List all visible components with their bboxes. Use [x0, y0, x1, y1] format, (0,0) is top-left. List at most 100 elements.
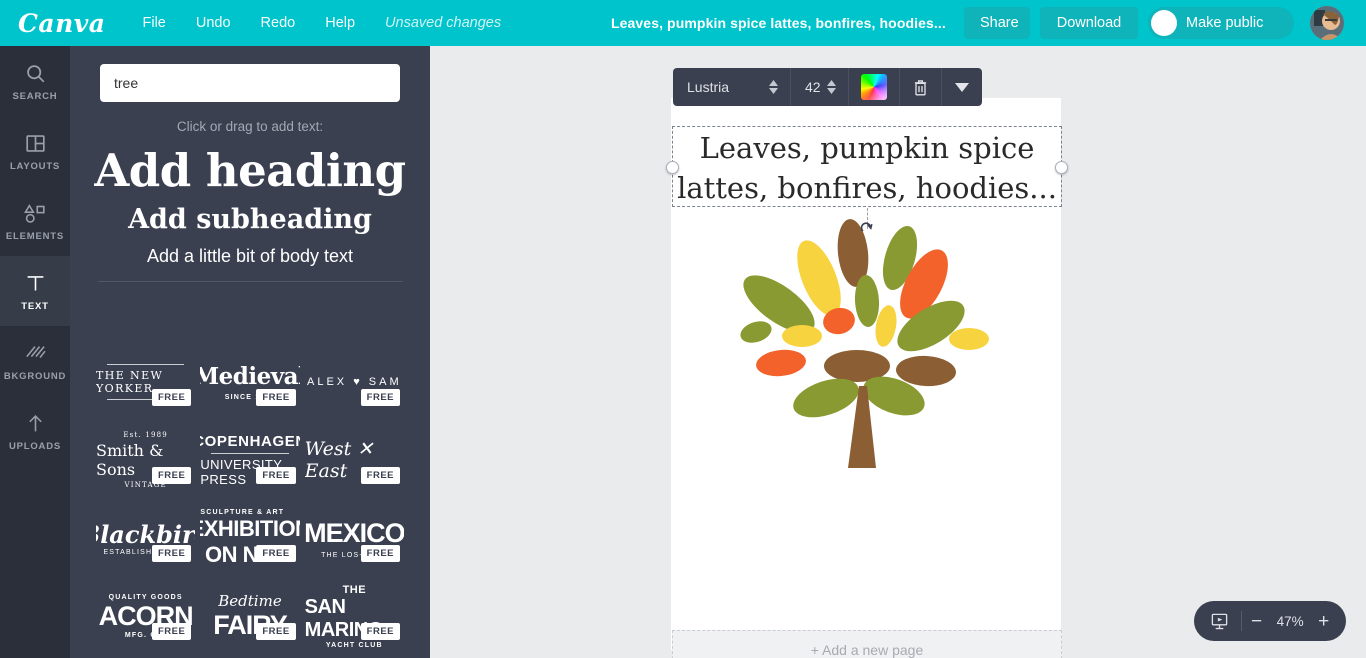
more-options-button[interactable] — [942, 82, 982, 92]
text-panel: Click or drag to add text: Add heading A… — [70, 46, 430, 658]
canva-logo[interactable]: Canva — [18, 11, 106, 36]
font-family-stepper[interactable] — [769, 80, 790, 94]
resize-handle-right[interactable] — [1055, 161, 1068, 174]
background-icon — [24, 340, 46, 366]
present-button[interactable] — [1194, 612, 1241, 631]
sidebar-label-uploads: UPLOADS — [8, 441, 62, 452]
template-line: EXHIBITION — [200, 515, 299, 541]
rotate-handle[interactable] — [672, 222, 1062, 241]
free-badge: FREE — [360, 389, 400, 406]
zoom-in-button[interactable]: + — [1309, 612, 1338, 631]
template-line: YACHT CLUB — [325, 641, 383, 649]
free-badge: FREE — [256, 545, 296, 562]
free-badge: FREE — [256, 623, 296, 640]
text-template-card[interactable]: Blackbird ESTABLISHED 1851 FREE — [96, 502, 195, 574]
text-line-2: lattes, bonfires, hoodies... — [677, 171, 1057, 205]
trash-icon — [914, 79, 926, 95]
menu-redo[interactable]: Redo — [246, 0, 311, 46]
sidebar-label-text: TEXT — [21, 301, 49, 312]
chevron-up-icon — [769, 80, 778, 86]
present-icon — [1211, 613, 1228, 629]
text-template-card[interactable]: Est. 1989 Smith & Sons VINTAGE FREE — [96, 424, 195, 496]
selected-text-box[interactable]: Leaves, pumpkin spice lattes, bonfires, … — [666, 126, 1068, 229]
font-size-field[interactable]: 42 — [791, 79, 827, 95]
free-badge: FREE — [360, 623, 400, 640]
canva-editor-window: Canva File Undo Redo Help Unsaved change… — [0, 0, 1366, 658]
sidebar-item-uploads[interactable]: UPLOADS — [0, 396, 70, 466]
document-title[interactable]: Leaves, pumpkin spice lattes, bonfires, … — [611, 0, 946, 46]
add-new-page-button[interactable]: + Add a new page — [672, 630, 1062, 658]
text-template-card[interactable]: Bedtime FAIRY FREE — [200, 580, 299, 652]
template-line: Medieval — [200, 363, 299, 390]
template-line: QUALITY GOODS — [108, 593, 183, 601]
resize-handle-left[interactable] — [666, 161, 679, 174]
delete-element-button[interactable] — [900, 79, 941, 96]
make-public-label: Make public — [1186, 15, 1264, 31]
left-rail: SEARCH LAYOUTS ELEMENTS TEXT BKGROUND UP… — [0, 46, 70, 658]
sidebar-item-background[interactable]: BKGROUND — [0, 326, 70, 396]
panel-hint: Click or drag to add text: — [176, 119, 324, 134]
font-size-stepper[interactable] — [826, 80, 848, 94]
add-subheading-button[interactable]: Add subheading — [70, 204, 430, 235]
text-template-card[interactable]: COPENHAGEN UNIVERSITY PRESS FREE — [200, 424, 299, 496]
text-line-1: Leaves, pumpkin spice — [699, 131, 1035, 165]
chevron-down-icon — [826, 88, 836, 94]
download-button[interactable]: Download — [1040, 7, 1138, 39]
free-badge: FREE — [151, 623, 192, 640]
sidebar-label-layouts: LAYOUTS — [9, 161, 61, 172]
elements-icon — [23, 200, 47, 226]
free-badge: FREE — [151, 389, 192, 406]
search-wrapper — [70, 46, 430, 102]
sidebar-item-layouts[interactable]: LAYOUTS — [0, 116, 70, 186]
text-template-card[interactable]: West ✕ East FREE — [305, 424, 404, 496]
search-icon — [25, 60, 46, 86]
upload-icon — [25, 410, 46, 436]
template-line: ALEX ♥ SAM — [307, 376, 402, 388]
add-body-text-button[interactable]: Add a little bit of body text — [70, 246, 430, 267]
menu-file[interactable]: File — [128, 0, 181, 46]
top-bar: Canva File Undo Redo Help Unsaved change… — [0, 0, 1366, 46]
sidebar-label-elements: ELEMENTS — [5, 231, 65, 242]
text-template-card[interactable]: THE NEW YORKER FREE — [96, 346, 195, 418]
template-line: COPENHAGEN — [200, 433, 299, 450]
template-line: Est. 1989 — [123, 431, 168, 439]
share-button[interactable]: Share — [964, 7, 1030, 39]
text-template-card[interactable]: ALEX ♥ SAM FREE — [305, 346, 404, 418]
template-line: Bedtime — [218, 591, 282, 610]
menu-undo[interactable]: Undo — [181, 0, 246, 46]
canvas-stage[interactable]: Leaves, pumpkin spice lattes, bonfires, … — [430, 46, 1366, 658]
sidebar-item-search[interactable]: SEARCH — [0, 46, 70, 116]
sidebar-label-search: SEARCH — [12, 91, 58, 102]
search-input[interactable] — [100, 64, 400, 102]
autumn-tree-illustration[interactable] — [726, 216, 1006, 476]
text-template-card[interactable]: MEXICO THE LOS-DOES FREE — [305, 502, 404, 574]
user-avatar[interactable] — [1310, 6, 1344, 40]
font-family-selector[interactable]: Lustria — [673, 79, 769, 95]
sidebar-item-text[interactable]: TEXT — [0, 256, 70, 326]
text-template-card[interactable]: SCULPTURE & ART EXHIBITION ON NOW FREE — [200, 502, 299, 574]
panel-divider — [97, 281, 403, 282]
template-rule — [211, 453, 289, 454]
template-rule — [106, 364, 185, 365]
toolbar-divider — [847, 68, 849, 106]
zoom-out-button[interactable]: − — [1242, 612, 1271, 631]
zoom-value: 47% — [1276, 613, 1304, 629]
template-line: MEXICO — [304, 517, 404, 548]
add-heading-button[interactable]: Add heading — [70, 144, 430, 197]
make-public-toggle[interactable]: Make public — [1148, 7, 1294, 39]
text-color-swatch[interactable] — [860, 74, 887, 100]
menu-help[interactable]: Help — [310, 0, 370, 46]
text-template-card[interactable]: QUALITY GOODS ACORN MFG. CO. FREE — [96, 580, 195, 652]
toggle-knob — [1151, 10, 1177, 36]
sidebar-item-elements[interactable]: ELEMENTS — [0, 186, 70, 256]
save-status: Unsaved changes — [385, 15, 502, 31]
text-template-card[interactable]: Medieval SINCE 1611 FREE — [200, 346, 300, 418]
template-line: THE — [342, 583, 367, 596]
chevron-down-icon — [954, 82, 969, 92]
free-badge: FREE — [360, 545, 400, 562]
free-badge: FREE — [256, 467, 296, 484]
text-template-card[interactable]: THE SAN MARINO YACHT CLUB FREE — [305, 580, 404, 652]
text-template-grid: THE NEW YORKER FREE Medieval SINCE 1611 … — [70, 346, 430, 658]
rotate-handle-icon — [860, 222, 873, 232]
template-line: SCULPTURE & ART — [200, 508, 285, 516]
